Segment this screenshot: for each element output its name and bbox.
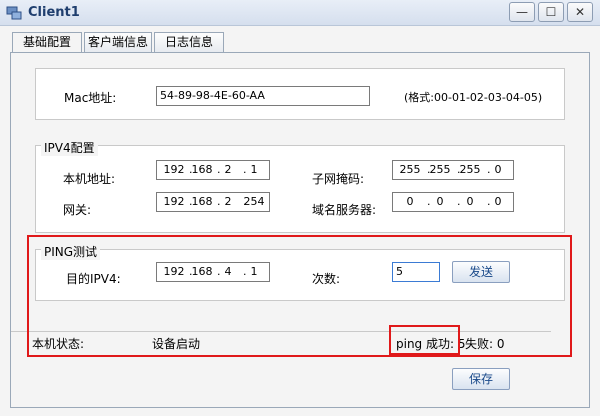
ip-octet: 168 (191, 195, 213, 208)
gateway-input[interactable]: 192 . 168 . 2 . 254 (156, 192, 270, 212)
ping-success-highlight (389, 325, 460, 355)
mac-input[interactable]: 54-89-98-4E-60-AA (156, 86, 370, 106)
ip-octet: 0 (494, 195, 502, 208)
ip-octet: 192 (163, 163, 185, 176)
ip-octet: 255 (399, 163, 421, 176)
maximize-button[interactable]: ☐ (538, 2, 564, 22)
local-ip-input[interactable]: 192 . 168 . 2 . 1 (156, 160, 270, 180)
local-ip-label: 本机地址: (63, 172, 116, 186)
minimize-button[interactable]: — (509, 2, 535, 22)
save-button[interactable]: 保存 (452, 368, 510, 390)
subnet-mask-label: 子网掩码: (312, 172, 365, 186)
ip-octet: 255 (459, 163, 481, 176)
subnet-mask-input[interactable]: 255 . 255 . 255 . 0 (392, 160, 514, 180)
gateway-label: 网关: (63, 203, 92, 217)
ipv4-group: IPV4配置 本机地址: 192 . 168 . 2 . 1 子网掩码: 255… (35, 139, 565, 233)
ip-octet: 0 (406, 195, 414, 208)
tab-log-info[interactable]: 日志信息 (154, 32, 224, 52)
ip-octet: 2 (224, 195, 232, 208)
ip-octet: 168 (191, 163, 213, 176)
dns-input[interactable]: 0 . 0 . 0 . 0 (392, 192, 514, 212)
ping-section-highlight (27, 235, 572, 357)
ip-octet: 1 (250, 163, 258, 176)
ip-octet: 192 (163, 195, 185, 208)
close-button[interactable]: ✕ (567, 2, 593, 22)
ip-octet: 254 (243, 195, 265, 208)
mac-group: Mac地址: 54-89-98-4E-60-AA (格式:00-01-02-03… (35, 68, 565, 120)
ip-octet: 2 (224, 163, 232, 176)
title-bar: Client1 — ☐ ✕ (0, 0, 600, 26)
ip-octet: 0 (436, 195, 444, 208)
mac-label: Mac地址: (64, 91, 117, 105)
ipv4-legend: IPV4配置 (41, 139, 98, 156)
ip-octet: 255 (429, 163, 451, 176)
ip-octet: 0 (494, 163, 502, 176)
app-icon (6, 5, 22, 21)
window-title: Client1 (28, 5, 80, 20)
ip-octet: 0 (466, 195, 474, 208)
mac-format-hint: (格式:00-01-02-03-04-05) (404, 91, 543, 104)
dns-label: 域名服务器: (312, 203, 377, 217)
tab-client-info[interactable]: 客户端信息 (84, 32, 152, 52)
tab-basic-config[interactable]: 基础配置 (12, 32, 82, 53)
